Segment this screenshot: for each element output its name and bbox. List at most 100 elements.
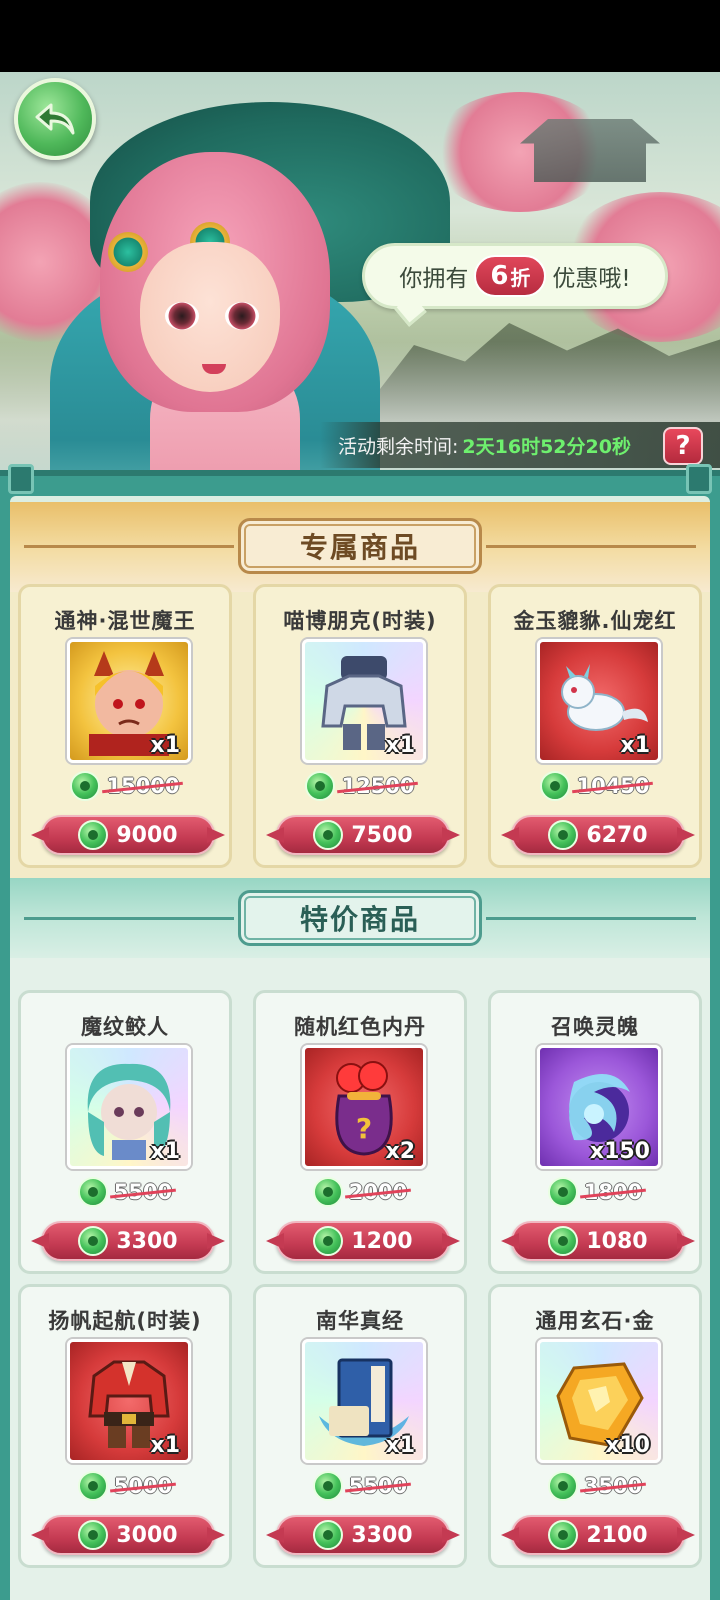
- jade-currency-icon: [305, 771, 336, 801]
- discount-speech-bubble: 你拥有 6 折 优惠哦!: [362, 243, 668, 309]
- buy-button[interactable]: 9000: [41, 815, 215, 855]
- item-image-frame: x1: [67, 639, 191, 763]
- buy-button[interactable]: 7500: [276, 815, 450, 855]
- shop-item-card[interactable]: 南华真经 x1 5500 3300: [253, 1284, 467, 1568]
- buy-button[interactable]: 1080: [511, 1221, 685, 1261]
- shop-item-card[interactable]: 喵博朋克(时装) x1 12500 7500: [253, 584, 467, 868]
- original-price-value: 3500: [583, 1474, 643, 1498]
- item-image-frame: x10: [537, 1339, 661, 1463]
- original-price: 5500: [256, 1471, 464, 1501]
- discount-badge: 6 折: [474, 255, 547, 297]
- character-eye: [225, 302, 259, 330]
- item-name: 召唤灵魄: [551, 1015, 639, 1039]
- original-price: 1800: [491, 1177, 699, 1207]
- sale-price: 1080: [586, 1228, 648, 1254]
- speech-prefix: 你拥有: [399, 266, 469, 292]
- original-price-value: 15000: [106, 774, 180, 798]
- jade-currency-icon: [548, 820, 579, 850]
- buy-button[interactable]: 3000: [41, 1515, 215, 1555]
- shop-item-card[interactable]: 魔纹鲛人 x1 5500 3300: [18, 990, 232, 1274]
- buy-button[interactable]: 3300: [41, 1221, 215, 1261]
- item-image-frame: x1: [302, 639, 426, 763]
- character-illustration: [30, 102, 450, 472]
- title-divider: [24, 545, 234, 548]
- original-price-value: 2000: [348, 1180, 408, 1204]
- item-name: 随机红色内丹: [294, 1015, 426, 1039]
- shop-item-card[interactable]: 扬帆起航(时装) x1 5000 3000: [18, 1284, 232, 1568]
- jade-currency-icon: [548, 1226, 579, 1256]
- item-image-frame: x1: [537, 639, 661, 763]
- sale-price: 6270: [586, 822, 648, 848]
- jade-currency-icon: [312, 1471, 343, 1501]
- original-price: 2000: [256, 1177, 464, 1207]
- original-price-value: 12500: [341, 774, 415, 798]
- shop-item-card[interactable]: 通神·混世魔王 x1 15000 9000: [18, 584, 232, 868]
- help-button[interactable]: ?: [663, 427, 703, 465]
- jade-currency-icon: [547, 1177, 578, 1207]
- jade-currency-icon: [313, 1226, 344, 1256]
- discount-unit: 折: [510, 265, 531, 290]
- jade-currency-icon: [540, 771, 571, 801]
- item-quantity: x1: [150, 1139, 181, 1164]
- buy-button[interactable]: 2100: [511, 1515, 685, 1555]
- shop-item-card[interactable]: 通用玄石·金 x10 3500 2100: [488, 1284, 702, 1568]
- original-price: 5000: [21, 1471, 229, 1501]
- title-divider: [486, 917, 696, 920]
- item-name: 魔纹鲛人: [81, 1015, 169, 1039]
- timer-value: 2天16时52分20秒: [462, 435, 631, 458]
- sale-price: 3300: [351, 1522, 413, 1548]
- jade-currency-icon: [77, 1471, 108, 1501]
- original-price-value: 10450: [576, 774, 650, 798]
- item-quantity: x1: [385, 1433, 416, 1458]
- jade-currency-icon: [547, 1471, 578, 1501]
- jade-currency-icon: [78, 820, 109, 850]
- sale-price: 9000: [116, 822, 178, 848]
- item-quantity: x1: [150, 1433, 181, 1458]
- item-quantity: x150: [589, 1139, 650, 1164]
- character-eye: [165, 302, 199, 330]
- shop-item-card[interactable]: 随机红色内丹 ? x2 2000 1200: [253, 990, 467, 1274]
- item-image-frame: x1: [302, 1339, 426, 1463]
- sale-price: 2100: [586, 1522, 648, 1548]
- event-timer: 活动剩余时间: 2天16时52分20秒: [320, 422, 720, 468]
- jade-currency-icon: [78, 1520, 109, 1550]
- item-quantity: x1: [620, 733, 651, 758]
- jade-currency-icon: [70, 771, 101, 801]
- item-name: 南华真经: [316, 1309, 404, 1333]
- item-image-frame: x1: [67, 1339, 191, 1463]
- original-price: 3500: [491, 1471, 699, 1501]
- item-image-frame: x150: [537, 1045, 661, 1169]
- buy-button[interactable]: 1200: [276, 1221, 450, 1261]
- original-price-value: 5000: [113, 1474, 173, 1498]
- item-name: 通用玄石·金: [535, 1309, 655, 1333]
- original-price: 10450: [491, 771, 699, 801]
- item-name: 喵博朋克(时装): [283, 609, 437, 633]
- original-price: 5500: [21, 1177, 229, 1207]
- original-price-value: 5500: [113, 1180, 173, 1204]
- original-price-value: 1800: [583, 1180, 643, 1204]
- back-button[interactable]: [14, 78, 96, 160]
- original-price-value: 5500: [348, 1474, 408, 1498]
- shop-item-card[interactable]: 召唤灵魄 x150 1800 1080: [488, 990, 702, 1274]
- item-name: 金玉貔貅.仙宠红: [513, 609, 677, 633]
- item-quantity: x1: [150, 733, 181, 758]
- back-arrow-icon: [35, 103, 75, 135]
- sale-price: 1200: [351, 1228, 413, 1254]
- exclusive-section-title: 专属商品: [238, 518, 482, 574]
- special-section-title: 特价商品: [238, 890, 482, 946]
- buy-button[interactable]: 6270: [511, 815, 685, 855]
- hair-ornament-icon: [108, 232, 148, 272]
- svg-text:?: ?: [356, 1112, 372, 1145]
- original-price: 15000: [21, 771, 229, 801]
- sale-price: 7500: [351, 822, 413, 848]
- title-divider: [24, 917, 234, 920]
- item-name: 扬帆起航(时装): [48, 1309, 202, 1333]
- original-price: 12500: [256, 771, 464, 801]
- status-bar: [0, 0, 720, 72]
- sale-price: 3300: [116, 1228, 178, 1254]
- frame-corner-ornament: [686, 464, 712, 494]
- shop-item-card[interactable]: 金玉貔貅.仙宠红 x1 10450 6270: [488, 584, 702, 868]
- jade-currency-icon: [312, 1177, 343, 1207]
- jade-currency-icon: [313, 820, 344, 850]
- buy-button[interactable]: 3300: [276, 1515, 450, 1555]
